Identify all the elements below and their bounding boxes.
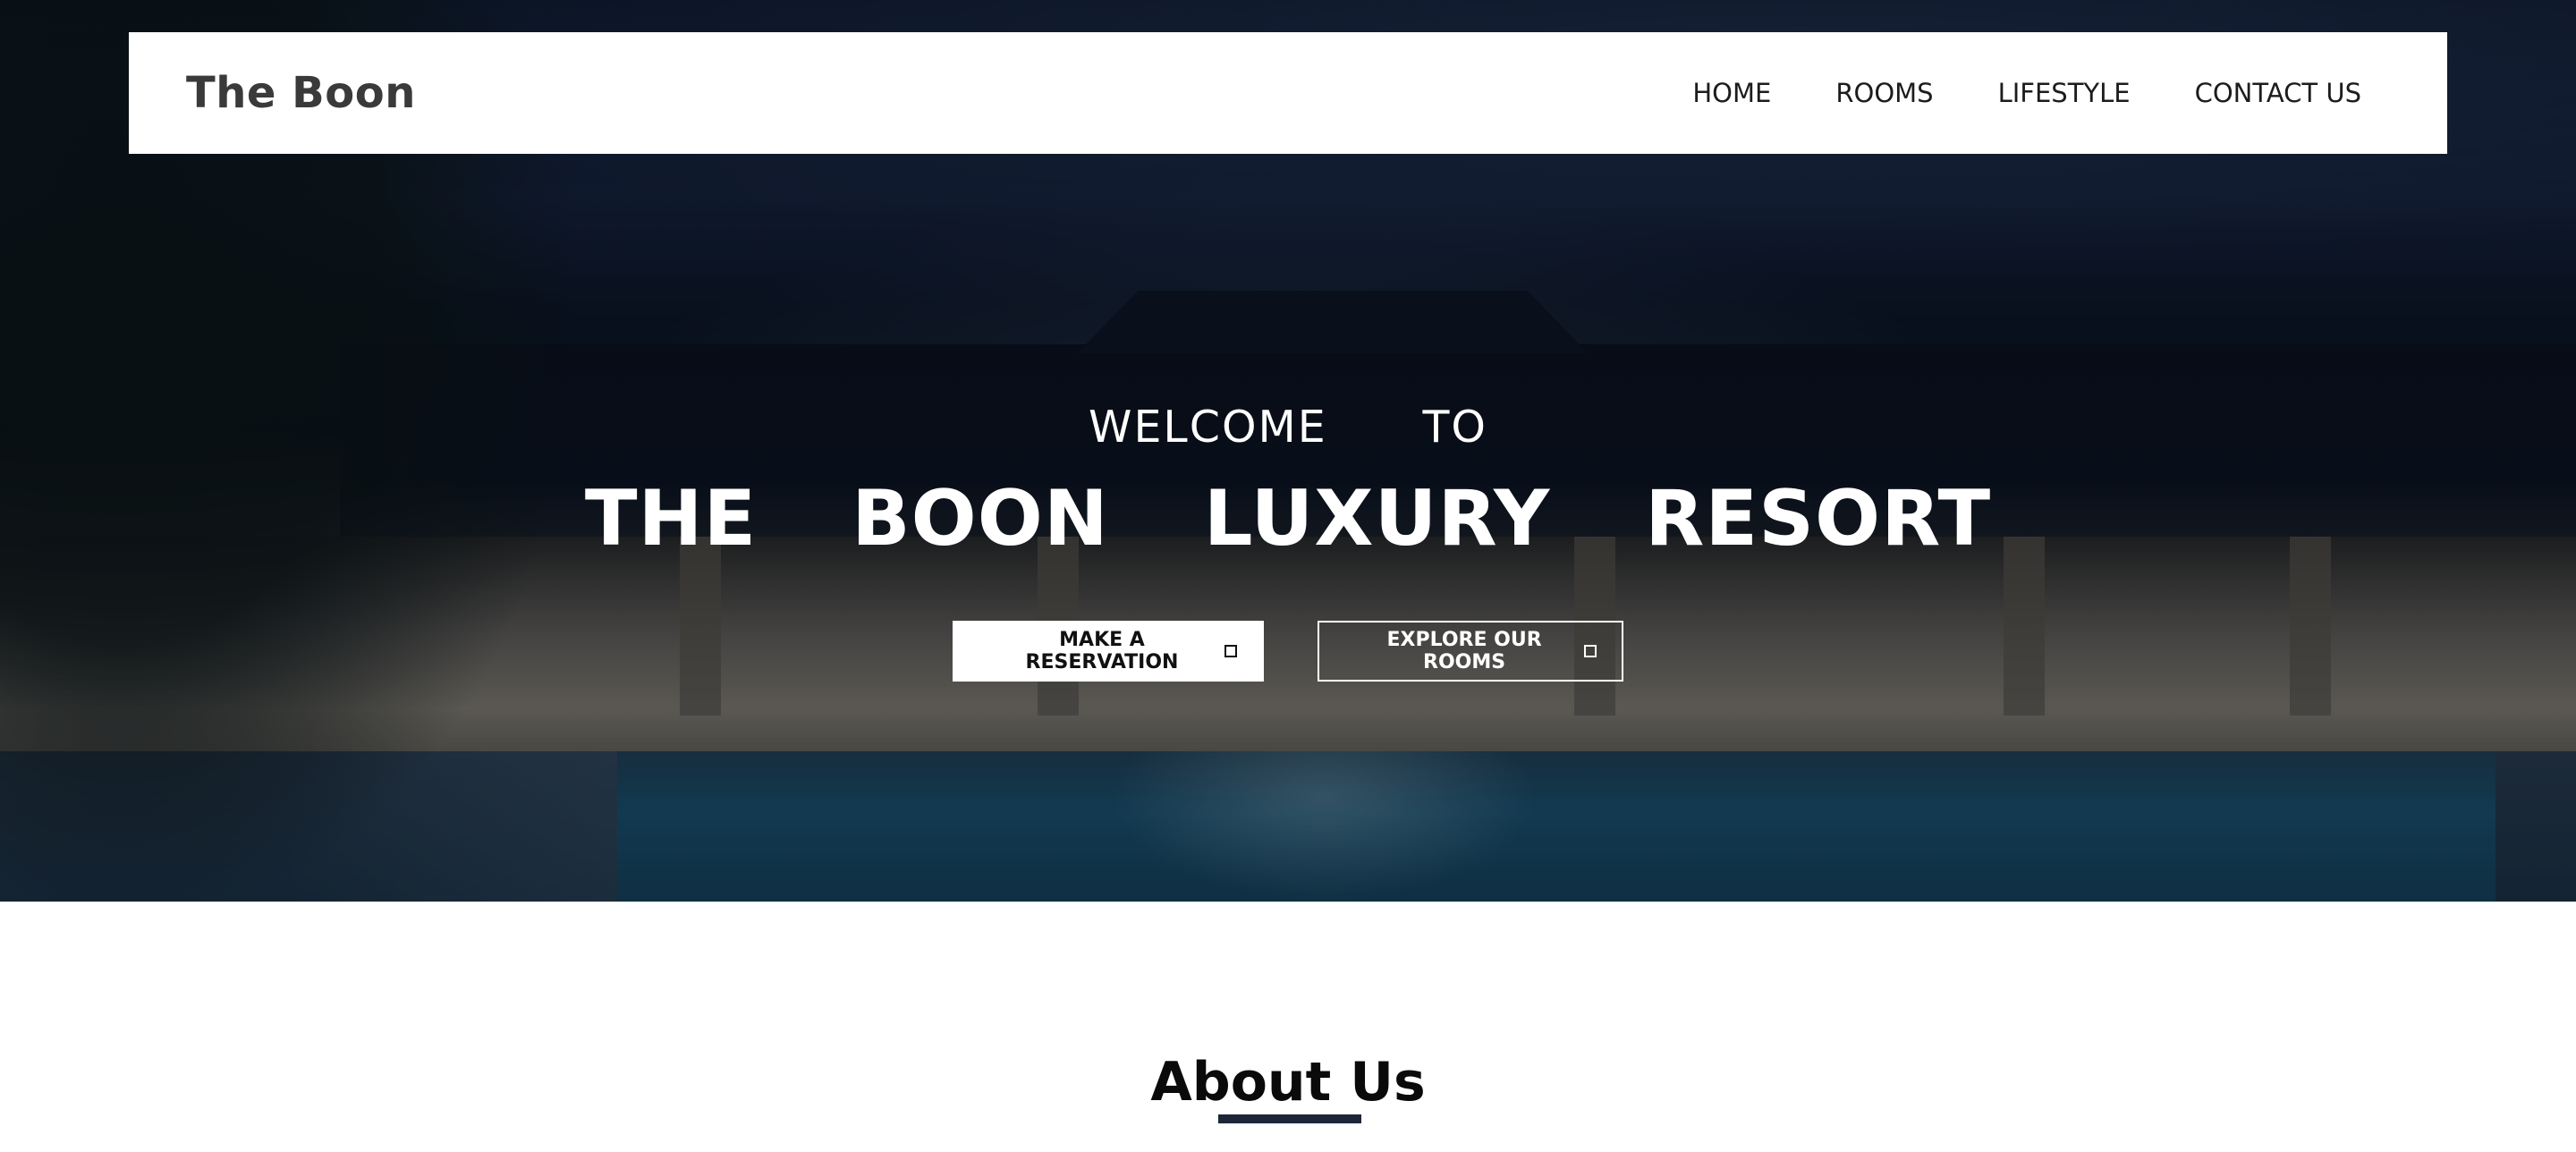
make-reservation-label: MAKE A RESERVATION (1025, 629, 1179, 673)
about-title: About Us (1150, 1051, 1426, 1114)
hero-section: The Boon HOME ROOMS LIFESTYLE CONTACT US… (0, 0, 2576, 902)
explore-rooms-label: EXPLORE OUR ROOMS (1386, 629, 1542, 673)
hero-cta-row: MAKE A RESERVATION EXPLORE OUR ROOMS (0, 621, 2576, 682)
brand-logo[interactable]: The Boon (186, 68, 416, 118)
square-icon (1584, 645, 1597, 657)
square-icon (1224, 645, 1237, 657)
nav-item-rooms[interactable]: ROOMS (1835, 78, 1933, 108)
about-section: About Us (0, 902, 2576, 1152)
make-reservation-button[interactable]: MAKE A RESERVATION (953, 621, 1264, 682)
hero-content: WELCOME TO THE BOON LUXURY RESORT MAKE A… (0, 401, 2576, 682)
nav-item-home[interactable]: HOME (1692, 78, 1771, 108)
nav-item-lifestyle[interactable]: LIFESTYLE (1998, 78, 2131, 108)
about-title-underline (1218, 1114, 1361, 1123)
main-nav: HOME ROOMS LIFESTYLE CONTACT US (1692, 78, 2361, 108)
explore-rooms-button[interactable]: EXPLORE OUR ROOMS (1318, 621, 1623, 682)
nav-item-contact-us[interactable]: CONTACT US (2195, 78, 2361, 108)
hero-headline: THE BOON LUXURY RESORT (584, 474, 1992, 563)
hero-welcome-text: WELCOME TO (1089, 402, 1487, 453)
navbar: The Boon HOME ROOMS LIFESTYLE CONTACT US (129, 32, 2447, 154)
